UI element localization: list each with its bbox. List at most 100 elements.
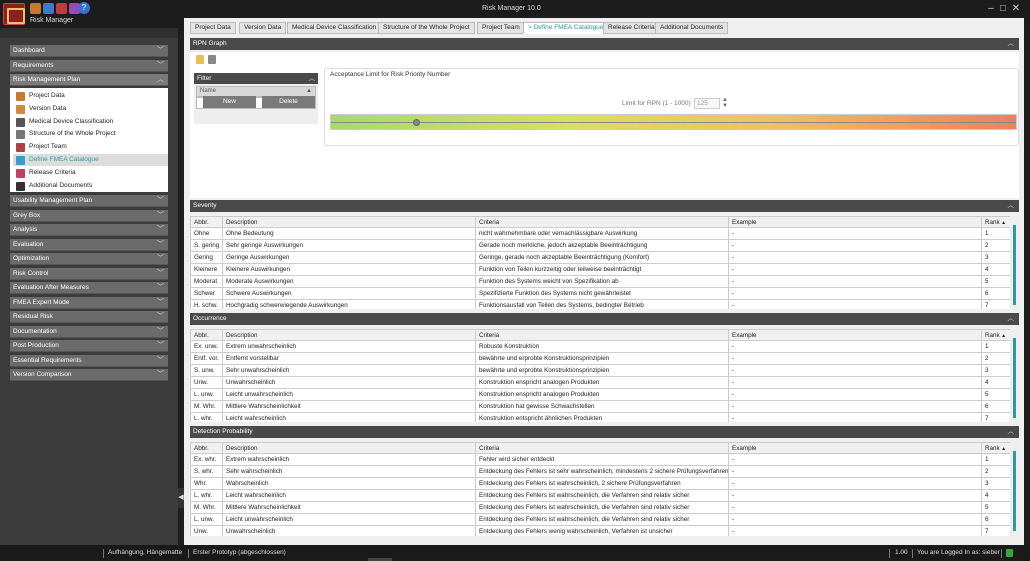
save-icon[interactable] (30, 3, 41, 14)
cell-example[interactable]: - (728, 352, 982, 365)
sidebar-item[interactable]: Version Data (13, 103, 168, 115)
cell-example[interactable]: - (728, 489, 982, 502)
sidebar-group[interactable]: Requirements ﹀ (10, 59, 168, 72)
sidebar-item[interactable]: Structure of the Whole Project (13, 128, 168, 140)
cell-criteria[interactable]: Funktion von Teilen kurzzeitig oder teil… (475, 263, 729, 276)
table-row[interactable]: Moderat Moderate Auswirkungen Funktion des… (190, 275, 1011, 288)
cell-desc[interactable]: Leicht unwahrscheinlich (222, 513, 476, 526)
column-header-example[interactable]: Example (728, 216, 982, 228)
cell-rank[interactable]: 3 (981, 477, 1011, 490)
cell-desc[interactable]: Leicht wahrscheinlich (222, 489, 476, 502)
cell-example[interactable]: - (728, 227, 982, 240)
cell-criteria[interactable]: Entdeckung des Fehlers ist wahrscheinlic… (475, 489, 729, 502)
chevron-down-icon[interactable]: ﹀ (157, 210, 164, 222)
cell-abbr[interactable]: Ex. unw. (190, 340, 223, 353)
cell-desc[interactable]: Schwere Auswirkungen (222, 287, 476, 300)
chevron-up-icon[interactable]: ︿ (1008, 313, 1015, 325)
table-row[interactable]: Schwer Schwere Auswirkungen Spezifizierte … (190, 287, 1011, 300)
cell-example[interactable]: - (728, 275, 982, 288)
column-header-rank[interactable]: Rank ▲ (981, 329, 1011, 341)
cell-example[interactable]: - (728, 251, 982, 264)
sidebar-item[interactable]: Medical Device Classification (13, 116, 168, 128)
cell-rank[interactable]: 2 (981, 239, 1011, 252)
table-row[interactable]: M. Whr. Mittlere Wahrscheinlichkeit Entdec… (190, 501, 1011, 514)
cell-criteria[interactable]: Konstruktion enspricht analogen Produkte… (475, 376, 729, 389)
column-header-criteria[interactable]: Criteria (475, 216, 729, 228)
cell-criteria[interactable]: Konstruktion hat gewisse Schwachstellen (475, 400, 729, 413)
column-header-description[interactable]: Description (222, 442, 476, 454)
chevron-down-icon[interactable]: ﹀ (157, 60, 164, 72)
new-button[interactable]: New (203, 96, 256, 108)
cell-rank[interactable]: 6 (981, 513, 1011, 526)
chevron-up-icon[interactable]: ︿ (1008, 200, 1015, 212)
sidebar-group[interactable]: Risk Control ﹀ (10, 267, 168, 280)
sidebar-group[interactable]: Analysis ﹀ (10, 224, 168, 236)
rpn-graph-header[interactable]: RPN Graph ︿ (190, 38, 1019, 50)
cell-criteria[interactable]: Entdeckung des Fehlers ist wahrscheinlic… (475, 477, 729, 490)
cell-rank[interactable]: 6 (981, 400, 1011, 413)
chevron-down-icon[interactable]: ﹀ (157, 268, 164, 280)
cell-example[interactable]: - (728, 376, 982, 389)
column-header-rank[interactable]: Rank ▲ (981, 216, 1011, 228)
cell-desc[interactable]: Sehr wahrscheinlich (222, 465, 476, 478)
table-row[interactable]: M. Whr. Mittlere Wahrscheinlichkeit Konstr… (190, 400, 1011, 413)
cell-rank[interactable]: 4 (981, 489, 1011, 502)
cell-abbr[interactable]: Schwer (190, 287, 223, 300)
cell-abbr[interactable]: L. unw. (190, 388, 223, 401)
cell-criteria[interactable]: bewährte und erprobte Konstruktionsprinz… (475, 364, 729, 377)
cell-criteria[interactable]: Fehler wird sicher entdeckt (475, 453, 729, 466)
cell-example[interactable]: - (728, 287, 982, 300)
column-header-rank[interactable]: Rank ▲ (981, 442, 1011, 454)
scrollbar-thumb[interactable] (1013, 225, 1016, 305)
table-row[interactable]: L. whr. Leicht wahrscheinlich Entdeckung d… (190, 489, 1011, 502)
table-row[interactable]: Unw. Unwahrscheinlich Konstruktion enspric… (190, 376, 1011, 389)
sidebar-group[interactable]: Documentation ﹀ (10, 325, 168, 338)
cell-example[interactable]: - (728, 412, 982, 422)
rpn-limit-slider[interactable] (330, 114, 1017, 130)
cell-criteria[interactable]: bewährte und erprobte Konstruktionsprinz… (475, 352, 729, 365)
chevron-down-icon[interactable]: ﹀ (157, 340, 164, 352)
cell-abbr[interactable]: Kleinere (190, 263, 223, 276)
add-filter-icon[interactable] (196, 55, 204, 64)
sort-ascending-icon[interactable]: ▲ (1000, 220, 1006, 226)
sidebar-group[interactable]: FMEA Expert Mode ﹀ (10, 296, 168, 309)
cell-rank[interactable]: 4 (981, 263, 1011, 276)
cell-criteria[interactable]: Entdeckung des Fehlers wenig wahrscheinl… (475, 525, 729, 536)
chevron-down-icon[interactable]: ﹀ (157, 355, 164, 367)
table-row[interactable]: S. gering Sehr geringe Auswirkungen Gerade… (190, 239, 1011, 252)
cell-abbr[interactable]: H. schw. (190, 299, 223, 309)
cell-example[interactable]: - (728, 453, 982, 466)
cell-rank[interactable]: 2 (981, 352, 1011, 365)
chevron-down-icon[interactable]: ﹀ (157, 326, 164, 338)
cell-example[interactable]: - (728, 299, 982, 309)
cell-abbr[interactable]: L. unw. (190, 513, 223, 526)
cell-desc[interactable]: Leicht wahrscheinlich (222, 412, 476, 422)
cell-abbr[interactable]: S. gering (190, 239, 223, 252)
cell-example[interactable]: - (728, 477, 982, 490)
cell-example[interactable]: - (728, 263, 982, 276)
column-header-criteria[interactable]: Criteria (475, 442, 729, 454)
occurrence-header[interactable]: Occurrence ︿ (190, 313, 1019, 325)
sidebar-group[interactable]: Risk Management Plan ︿ (10, 74, 168, 86)
cell-rank[interactable]: 6 (981, 287, 1011, 300)
chevron-down-icon[interactable]: ﹀ (157, 45, 164, 57)
cell-rank[interactable]: 1 (981, 340, 1011, 353)
table-row[interactable]: L. unw. Leicht unwahrscheinlich Konstrukti… (190, 388, 1011, 401)
sidebar-group[interactable]: Grey Box ﹀ (10, 209, 168, 222)
sidebar-group[interactable]: Essential Requirements ﹀ (10, 354, 168, 367)
cell-example[interactable]: - (728, 525, 982, 536)
cell-example[interactable]: - (728, 364, 982, 377)
cell-desc[interactable]: Leicht unwahrscheinlich (222, 388, 476, 401)
cell-abbr[interactable]: Unw. (190, 525, 223, 536)
tab[interactable]: Project Team (477, 22, 525, 34)
sort-icon[interactable]: ▲ (306, 87, 312, 96)
cell-criteria[interactable]: Funktionsausfall von Teilen des Systems,… (475, 299, 729, 309)
sidebar-item[interactable]: Define FMEA Catalogue (13, 154, 168, 166)
table-row[interactable]: Kleinere Kleinere Auswirkungen Funktion vo… (190, 263, 1011, 276)
cell-rank[interactable]: 1 (981, 227, 1011, 240)
tab[interactable]: Additional Documents (655, 22, 729, 34)
tab[interactable]: Version Data (239, 22, 287, 34)
vertical-scrollbar[interactable] (1010, 329, 1019, 422)
sort-ascending-icon[interactable]: ▲ (1000, 333, 1006, 339)
delete-button[interactable]: Delete (262, 96, 315, 108)
